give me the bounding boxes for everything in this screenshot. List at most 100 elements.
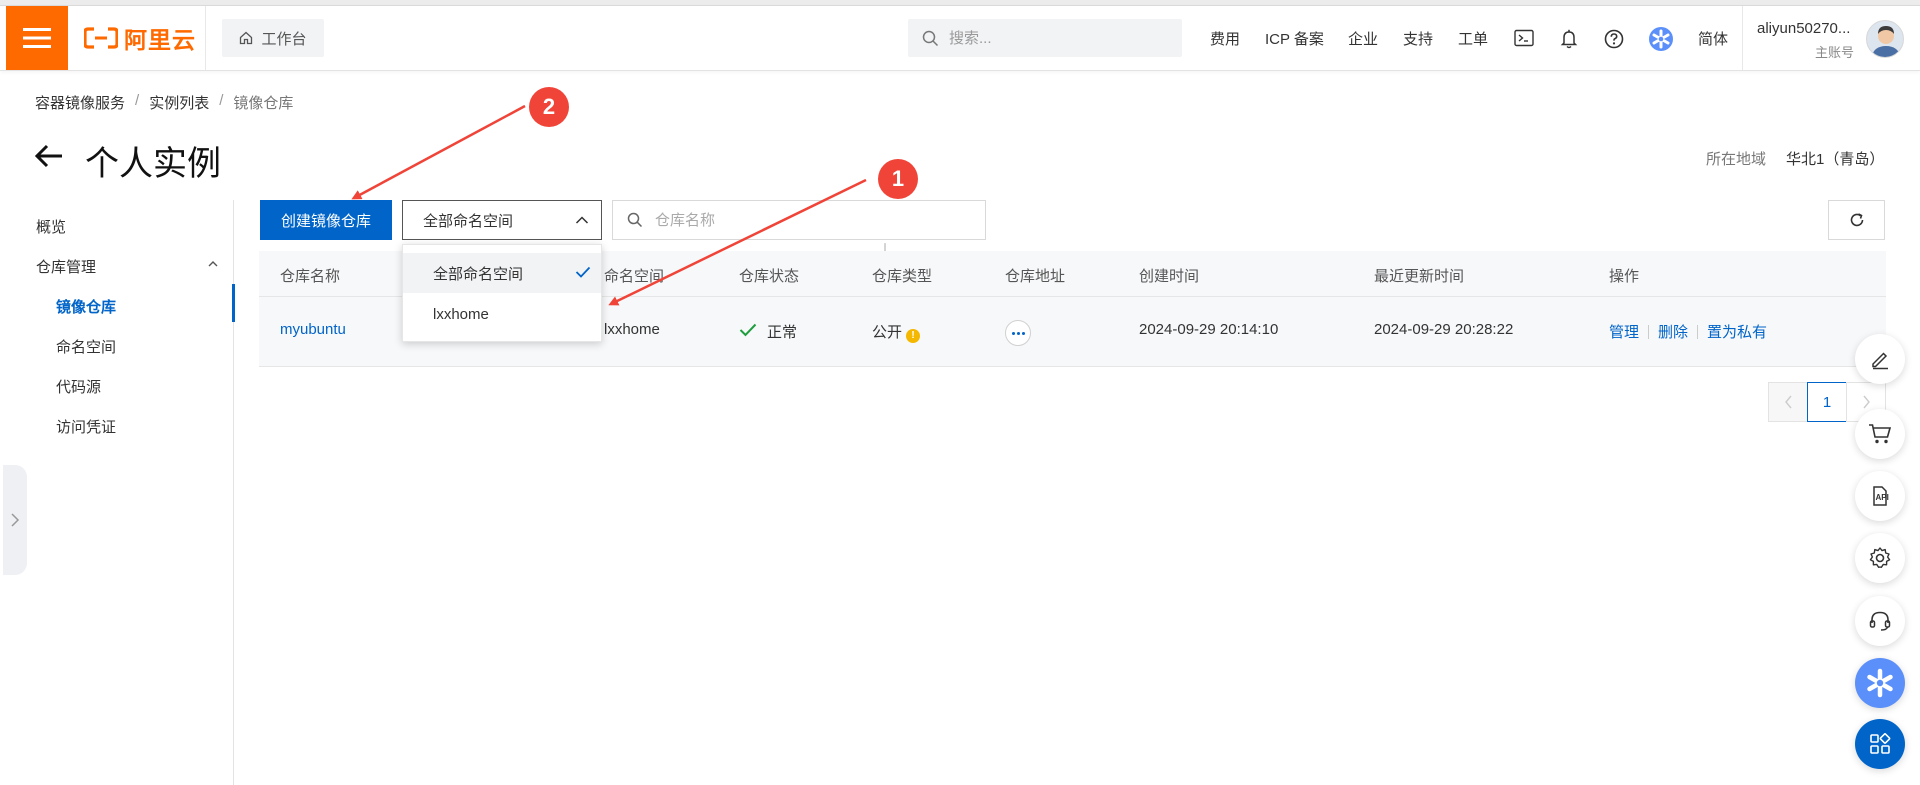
breadcrumb-current: 镜像仓库 [233,95,294,112]
feedback-button[interactable] [1855,334,1905,384]
divider [1697,325,1699,339]
breadcrumb-item[interactable]: 容器镜像服务 [35,92,125,113]
annotation-badge-1: 1 [878,159,918,199]
avatar[interactable] [1866,20,1904,58]
repo-name-link[interactable]: myubuntu [280,321,346,338]
api-button[interactable]: API [1855,471,1905,521]
chevron-right-icon [1862,395,1870,409]
workbench-label: 工作台 [261,30,307,48]
search-icon [627,212,643,228]
aliyun-logo-icon [84,27,118,49]
user-name[interactable]: aliyun50270... [1757,20,1850,37]
chevron-up-icon [575,216,589,224]
nav-support[interactable]: 支持 [1403,28,1433,49]
repo-name-search-input[interactable] [655,211,955,229]
sidebar-active-indicator [232,284,235,322]
sidebar-item-access-credential[interactable]: 访问凭证 [56,416,116,437]
check-icon [739,323,757,337]
namespace-select-value: 全部命名空间 [423,212,514,230]
page-title: 个人实例 [85,145,221,183]
annotation-badge-2: 2 [529,87,569,127]
customer-service-button[interactable] [1855,596,1905,646]
ai-assistant-icon[interactable] [1649,27,1673,51]
divider [205,6,206,70]
set-private-link[interactable]: 置为私有 [1707,324,1767,341]
home-icon [240,31,253,45]
brand-name: 阿里云 [124,27,196,53]
divider [1742,6,1743,70]
avatar-image [1867,21,1903,57]
repo-name-search[interactable] [612,200,986,240]
chevron-left-icon [1784,395,1792,409]
chevron-right-icon [11,513,20,527]
repo-status: 正常 [767,324,798,341]
nav-enterprise[interactable]: 企业 [1348,28,1378,49]
repo-actions: 管理 删除 置为私有 [1609,321,1767,342]
api-icon: API [1873,486,1889,506]
sidebar-item-image-repo[interactable]: 镜像仓库 [56,296,116,317]
breadcrumb-item[interactable]: 实例列表 [149,92,209,113]
pagination-prev-button[interactable] [1768,382,1808,422]
repo-address-more-button[interactable] [1005,320,1031,346]
info-icon[interactable]: ! [906,329,921,343]
help-icon[interactable] [1604,29,1624,49]
column-header-address: 仓库地址 [1005,268,1066,285]
namespace-option-label: 全部命名空间 [433,265,524,283]
nav-icp[interactable]: ICP 备案 [1265,28,1324,49]
breadcrumb-separator: / [135,92,140,109]
column-header-actions: 操作 [1609,268,1640,285]
column-header-type: 仓库类型 [872,268,933,285]
more-dot [1011,331,1015,335]
annotation-overlay [351,104,867,306]
gear-icon [1869,547,1891,568]
terminal-icon[interactable] [1514,29,1534,47]
cart-button[interactable] [1855,409,1905,459]
cart-icon [1869,424,1892,444]
settings-button[interactable] [1855,533,1905,583]
repo-type: 公开 [872,324,903,341]
global-search[interactable] [908,19,1182,57]
column-header-namespace: 命名空间 [604,268,665,285]
namespace-option-lxxhome[interactable]: lxxhome [403,294,601,334]
repo-updated-time: 2024-09-29 20:28:22 [1374,321,1514,338]
search-icon [922,30,939,46]
svg-text:API: API [1876,493,1889,502]
language-switch[interactable]: 简体 [1698,28,1728,49]
nav-ticket[interactable]: 工单 [1458,28,1488,49]
apps-icon [1870,733,1891,754]
breadcrumb: 容器镜像服务 / 实例列表 / 镜像仓库 [35,92,293,113]
chevron-up-icon[interactable] [207,258,219,270]
refresh-button[interactable] [1828,200,1885,240]
bell-icon[interactable] [1560,29,1578,49]
namespace-option-all[interactable]: 全部命名空间 [403,253,601,293]
workbench-button[interactable]: 工作台 [222,19,324,57]
sidebar-item-overview[interactable]: 概览 [36,216,66,237]
sidebar-group-repo-manage[interactable]: 仓库管理 [36,256,96,277]
region-label: 所在地域 [1706,151,1767,168]
column-header-status: 仓库状态 [739,268,800,285]
nav-billing[interactable]: 费用 [1210,28,1240,49]
create-repo-button[interactable]: 创建镜像仓库 [260,200,392,240]
global-search-input[interactable] [949,29,1149,47]
region-value: 华北1（青岛） [1786,151,1885,168]
manage-link[interactable]: 管理 [1609,324,1639,341]
namespace-select[interactable]: 全部命名空间 [402,200,602,240]
pagination-current-page[interactable]: 1 [1807,382,1847,422]
sidebar-item-code-source[interactable]: 代码源 [56,376,101,397]
user-role: 主账号 [1815,45,1855,60]
edit-icon [1872,352,1888,370]
breadcrumb-separator: / [219,92,224,109]
repo-type-cell: 公开! [872,321,921,343]
column-header-created: 创建时间 [1139,268,1200,285]
apps-button[interactable] [1855,719,1905,769]
sidebar-collapse-handle[interactable] [3,465,27,575]
more-dot [1016,331,1020,335]
annotation-arrow-2 [351,104,526,200]
aliyun-logo[interactable]: 阿里云 [84,22,196,54]
ai-assistant-float-button[interactable] [1855,658,1905,708]
delete-link[interactable]: 删除 [1658,324,1688,341]
back-arrow-icon[interactable] [34,143,64,169]
sidebar-item-namespace[interactable]: 命名空间 [56,336,116,357]
namespace-dropdown-menu: 全部命名空间 lxxhome [402,244,602,342]
hamburger-menu-button[interactable] [6,6,68,70]
